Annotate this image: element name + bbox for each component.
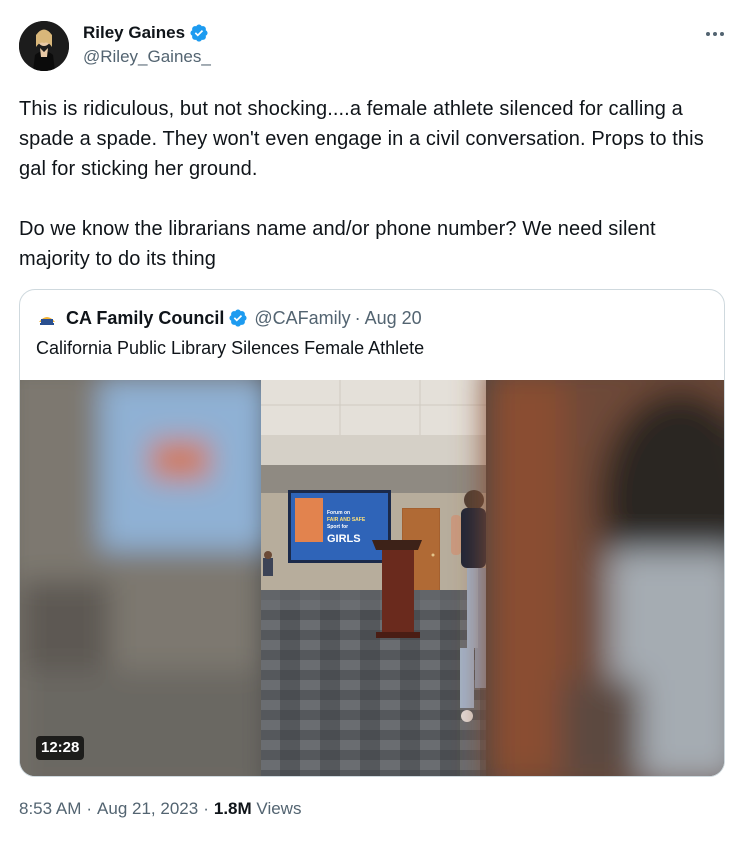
quoted-tweet-date: Aug 20	[364, 307, 422, 328]
projector-line-1: Forum on	[327, 510, 350, 516]
quoted-tweet-header: CA Family Council @CAFamily · Aug 20	[36, 306, 422, 330]
projector-line-4: GIRLS	[327, 533, 361, 545]
quoted-author-avatar	[36, 307, 58, 329]
views-label: Views	[256, 799, 302, 818]
video-duration: 12:28	[36, 736, 85, 760]
author-info: Riley Gaines @Riley_Gaines_	[83, 22, 211, 68]
quoted-author-name: CA Family Council	[66, 307, 225, 328]
views-count: 1.8M	[213, 799, 252, 818]
author-handle[interactable]: @Riley_Gaines_	[83, 46, 211, 68]
verified-badge-icon	[228, 308, 248, 328]
tweet-text: This is ridiculous, but not shocking....…	[19, 98, 704, 270]
tweet-time[interactable]: 8:53 AM	[19, 799, 81, 818]
projector-line-3: Sport for	[327, 524, 348, 530]
separator-dot: ·	[203, 799, 209, 818]
quoted-author-handle: @CAFamily	[254, 307, 351, 328]
author-avatar[interactable]	[19, 21, 69, 71]
video-player[interactable]: Forum on FAIR AND SAFE Sport for GIRLS 1…	[20, 380, 724, 776]
video-center-frame: Forum on FAIR AND SAFE Sport for GIRLS	[261, 380, 486, 776]
quoted-tweet-text: California Public Library Silences Femal…	[36, 338, 425, 358]
more-horizontal-icon[interactable]	[703, 22, 727, 46]
separator-dot: ·	[86, 799, 93, 818]
separator-dot: ·	[354, 307, 361, 328]
tweet-date[interactable]: Aug 21, 2023	[97, 799, 198, 818]
verified-badge-icon	[189, 23, 209, 43]
tweet-metadata: 8:53 AM · Aug 21, 2023 · 1.8M Views	[19, 797, 301, 821]
tweet: Riley Gaines @Riley_Gaines_ This is ridi…	[0, 0, 745, 842]
quoted-tweet[interactable]: CA Family Council @CAFamily · Aug 20 Cal…	[19, 289, 725, 777]
author-name[interactable]: Riley Gaines	[83, 22, 185, 44]
projector-line-2: FAIR AND SAFE	[327, 517, 366, 523]
